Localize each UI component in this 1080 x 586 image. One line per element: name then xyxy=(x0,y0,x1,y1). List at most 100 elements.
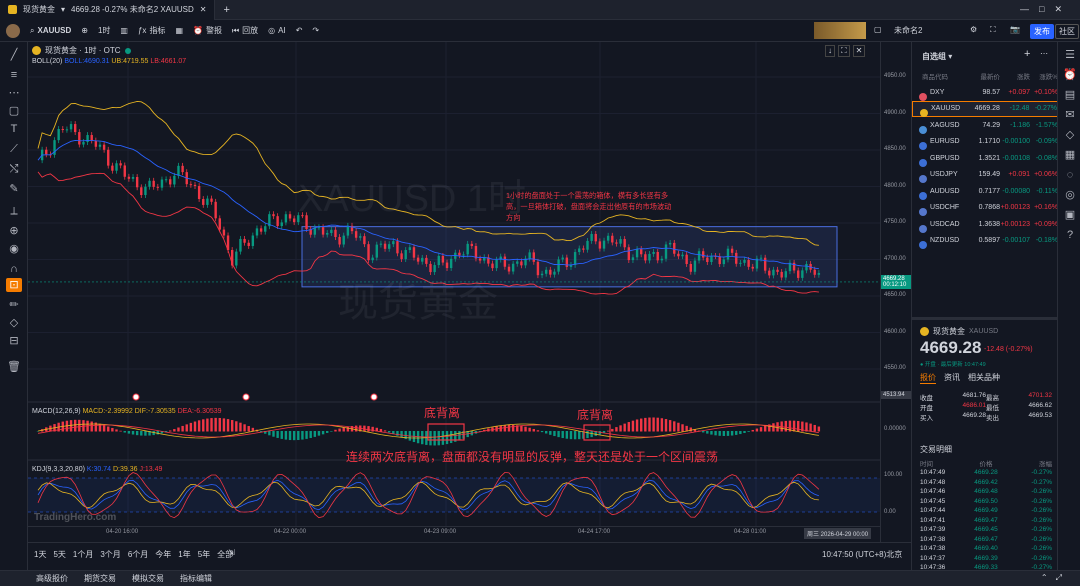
eye-icon[interactable]: ◉ xyxy=(6,242,22,256)
pencil-icon[interactable]: ✏ xyxy=(6,298,22,312)
watchlist-row[interactable]: USDJPY 159.49 +0.091 +0.06% xyxy=(912,167,1058,183)
footer-paper-trading[interactable]: 模拟交易 xyxy=(132,573,164,584)
range-button-5[interactable]: 今年 xyxy=(155,549,171,560)
watchlist-row[interactable]: XAGUSD 74.29 -1.186 -1.57% xyxy=(912,117,1058,134)
help-icon[interactable]: ? xyxy=(1062,228,1078,242)
watchlist-row[interactable]: AUDUSD 0.7177 -0.00080 -0.11% xyxy=(912,183,1058,200)
publish-button[interactable]: 发布 xyxy=(1030,24,1054,39)
boll-legend[interactable]: BOLL(20) BOLL:4690.31 UB:4719.55 LB:4661… xyxy=(32,58,186,65)
close-pane-icon[interactable]: ✕ xyxy=(852,45,866,57)
compare-button[interactable]: ⊕ xyxy=(81,26,88,35)
watchlist-row[interactable]: EURUSD 1.1710 -0.00100 -0.09% xyxy=(912,134,1058,150)
stats-cell: 最高 xyxy=(986,395,999,402)
macd-histogram-bar xyxy=(627,422,631,432)
watchlist-change-pct: -0.27% xyxy=(1034,105,1057,112)
footer-collapse-icon[interactable]: ⌃⤢ xyxy=(1041,573,1070,583)
watchlist-symbol: DXY xyxy=(912,89,970,101)
watchlist-icon[interactable]: ☰ xyxy=(1062,48,1078,62)
prediction-icon[interactable]: ⤭ xyxy=(6,162,22,176)
indicators-button[interactable]: ƒx 指标 xyxy=(138,25,165,36)
stream-icon[interactable]: ◎ xyxy=(1062,188,1078,202)
promo-banner[interactable] xyxy=(814,22,866,39)
watchlist-row[interactable]: USDCHF 0.7868 +0.00123 +0.16% xyxy=(912,200,1058,216)
brush-icon[interactable]: ✎ xyxy=(6,182,22,196)
symbol-flag-icon xyxy=(919,224,927,233)
layout-name[interactable]: 未命名2 xyxy=(894,25,922,36)
range-button-6[interactable]: 1年 xyxy=(178,549,190,560)
price-axis[interactable]: 4950.00 4900.00 4850.00 4800.00 4750.00 4700.… xyxy=(880,42,911,542)
tab-quote[interactable]: 报价 xyxy=(920,372,936,384)
undo-icon[interactable]: ↶ xyxy=(296,26,303,35)
symbol-search[interactable]: ⌕ XAUUSD xyxy=(30,26,71,36)
expand-icon[interactable]: ⛶ xyxy=(838,45,850,57)
layout-grid-icon[interactable]: ▢ xyxy=(874,25,882,34)
range-button-7[interactable]: 5年 xyxy=(198,549,210,560)
candle-type-icon[interactable]: ▥ xyxy=(120,26,128,35)
templates-icon[interactable]: ▦ xyxy=(175,26,183,35)
interval-button[interactable]: 1时 xyxy=(98,25,110,36)
more-icon[interactable]: ⋯ xyxy=(1040,49,1048,58)
watchlist-row[interactable]: NZDUSD 0.5897 -0.00107 -0.18% xyxy=(912,233,1058,249)
tab-news[interactable]: 资讯 xyxy=(944,372,960,384)
window-controls[interactable]: —□✕ xyxy=(1020,4,1072,15)
chart-area[interactable]: 现货黄金 · 1时 · OTC BOLL(20) BOLL:4690.31 UB… xyxy=(28,42,880,542)
watchlist-row[interactable]: XAUUSD 4669.28 -12.48 -0.27% xyxy=(912,100,1058,117)
fullscreen-icon[interactable]: ⛶ xyxy=(990,25,996,35)
range-button-1[interactable]: 5天 xyxy=(53,549,65,560)
ruler-icon[interactable]: ⟂ xyxy=(6,204,22,218)
ideas-icon[interactable]: ◇ xyxy=(1062,128,1078,142)
range-button-0[interactable]: 1天 xyxy=(34,549,46,560)
candle-body xyxy=(135,177,139,188)
redo-icon[interactable]: ↷ xyxy=(312,26,319,35)
alert-clock-icon[interactable]: ⏰ xyxy=(1062,68,1078,82)
time-axis[interactable]: 04-20 16:00 04-22 00:00 04-23 09:00 04-24 1… xyxy=(28,526,880,540)
settings-icon[interactable]: ⚙ xyxy=(970,25,977,34)
add-symbol-icon[interactable]: + xyxy=(1024,48,1030,60)
candle-body xyxy=(697,251,701,261)
text-icon[interactable]: T xyxy=(6,122,22,136)
lock-icon[interactable]: ⊡ xyxy=(6,278,22,292)
clock[interactable]: 10:47:50 (UTC+8)北京 xyxy=(822,549,902,560)
chart-tab[interactable]: 现货黄金 ▾ 4669.28 -0.27% 未命名2 XAUUSD ✕ xyxy=(0,0,216,20)
footer-indicator-editor[interactable]: 指标编辑 xyxy=(180,573,212,584)
alerts-button[interactable]: ⏰ 警报 xyxy=(193,25,222,36)
avatar[interactable] xyxy=(6,23,20,38)
macd-legend[interactable]: MACD(12,26,9) MACD:-2.39992 DIF:-7.30535… xyxy=(32,408,222,415)
arrow-down-icon[interactable]: ↓ xyxy=(825,45,835,57)
zoom-icon[interactable]: ⊕ xyxy=(6,224,22,238)
calendar-icon[interactable]: ▦ xyxy=(1062,148,1078,162)
range-button-2[interactable]: 1个月 xyxy=(73,549,93,560)
notification-icon[interactable]: ◌ xyxy=(1062,168,1078,182)
rectangle-icon[interactable]: ▢ xyxy=(6,104,22,118)
watchlist-row[interactable]: USDCAD 1.3638 +0.00123 +0.09% xyxy=(912,216,1058,233)
ai-button[interactable]: ◎ AI xyxy=(268,26,286,35)
news-icon[interactable]: ▣ xyxy=(1062,208,1078,222)
watchlist-row[interactable]: GBPUSD 1.3521 -0.00108 -0.08% xyxy=(912,150,1058,167)
camera-icon[interactable]: 📷 xyxy=(1010,25,1020,34)
hide-icon[interactable]: ⊟ xyxy=(6,334,22,348)
magnet-icon[interactable]: ∩ xyxy=(6,262,22,276)
crosshair-icon[interactable]: ╱ xyxy=(6,48,22,62)
trendline-icon[interactable]: ≡ xyxy=(6,68,22,82)
eraser-icon[interactable]: ◇ xyxy=(6,316,22,330)
data-window-icon[interactable]: ▤ xyxy=(1062,88,1078,102)
footer-futures-trading[interactable]: 期货交易 xyxy=(84,573,116,584)
range-button-4[interactable]: 6个月 xyxy=(128,549,148,560)
chevron-down-icon[interactable]: ▾ xyxy=(61,5,65,14)
tab-related[interactable]: 相关品种 xyxy=(968,372,1000,384)
chat-icon[interactable]: ✉ xyxy=(1062,108,1078,122)
trade-row: 10:47:38 4669.47 -0.26% xyxy=(920,536,1052,546)
range-button-3[interactable]: 3个月 xyxy=(100,549,120,560)
trash-icon[interactable]: 🗑 xyxy=(6,360,22,374)
replay-button[interactable]: ⏮ 回放 xyxy=(232,25,258,36)
community-button[interactable]: 社区 xyxy=(1055,24,1079,39)
footer-advanced-quote[interactable]: 高级报价 xyxy=(36,573,68,584)
close-icon[interactable]: ✕ xyxy=(200,5,207,14)
watchlist-row[interactable]: DXY 98.57 +0.097 +0.10% xyxy=(912,84,1058,101)
date-range-icon[interactable]: ⇲ xyxy=(228,548,235,557)
fib-icon[interactable]: ⋯ xyxy=(6,86,22,100)
kdj-legend[interactable]: KDJ(9,3,3,20,80) K:30.74 D:39.36 J:13.49 xyxy=(32,466,162,473)
pattern-icon[interactable]: ⟋ xyxy=(6,142,22,156)
watchlist-title[interactable]: 自选组 ▾ xyxy=(922,51,952,62)
new-tab-button[interactable]: + xyxy=(215,4,237,16)
